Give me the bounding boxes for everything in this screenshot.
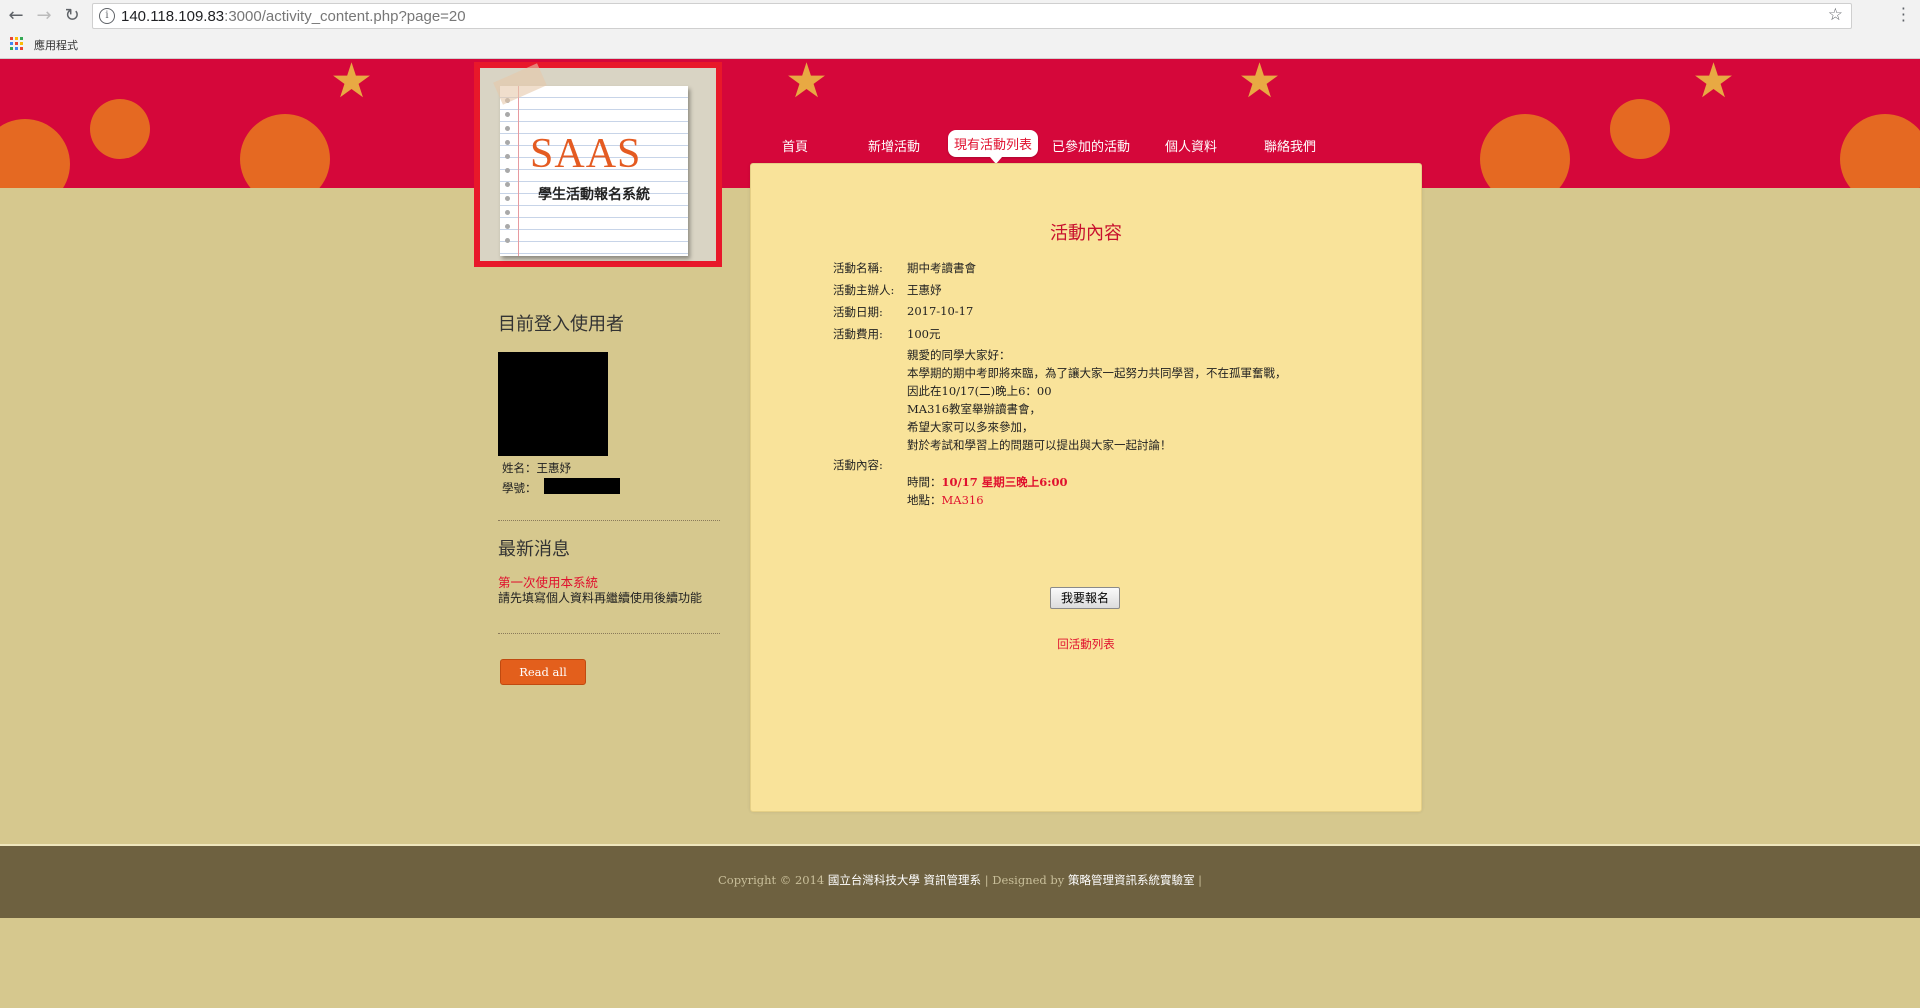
address-bar[interactable]: i 140.118.109.83:3000/activity_content.p… [92, 3, 1852, 29]
divider [498, 520, 720, 521]
user-name: 姓名：王惠妤 [502, 461, 571, 475]
activity-content-panel: 活動內容 活動名稱: 期中考讀書會 活動主辦人: 王惠妤 活動日期: 2017-… [750, 163, 1422, 812]
swirl-decoration [1840, 114, 1920, 188]
redacted-student-id [544, 478, 620, 494]
swirl-decoration [1610, 99, 1670, 159]
news-item-title[interactable]: 第一次使用本系統 [498, 572, 598, 591]
swirl-decoration [1480, 114, 1570, 188]
swirl-decoration [0, 119, 70, 188]
bookmark-star-icon[interactable]: ☆ [1828, 5, 1843, 25]
apps-bookmark[interactable]: 應用程式 [34, 37, 78, 53]
star-decoration-icon: ★ [1238, 59, 1282, 109]
activity-place: 地點：MA316 [907, 493, 984, 507]
star-decoration-icon: ★ [1692, 59, 1736, 109]
activity-description: 親愛的同學大家好： 本學期的期中考即將來臨，為了讓大家一起努力共同學習，不在孤軍… [907, 348, 1287, 452]
browser-toolbar: ← → ↻ i 140.118.109.83:3000/activity_con… [0, 0, 1920, 59]
user-id-label: 學號： [502, 481, 537, 495]
activity-time: 時間：10/17 星期三晚上6:00 [907, 475, 1068, 489]
news-item-body: 請先填寫個人資料再繼續使用後續功能 [498, 591, 703, 605]
current-user-heading: 目前登入使用者 [498, 314, 624, 335]
apps-grid-icon[interactable] [10, 37, 24, 51]
avatar [498, 352, 608, 456]
nav-joined-activities[interactable]: 已參加的活動 [1052, 136, 1130, 155]
nav-home[interactable]: 首頁 [782, 136, 808, 155]
nav-add-activity[interactable]: 新增活動 [868, 136, 920, 155]
footer-copyright: Copyright © 2014 國立台灣科技大學 資訊管理系 | Design… [718, 873, 1202, 887]
star-decoration-icon: ★ [785, 59, 829, 109]
logo-title: SAAS [530, 131, 642, 177]
star-decoration-icon: ★ [330, 59, 374, 109]
back-to-list-link[interactable]: 回活動列表 [751, 636, 1421, 652]
swirl-decoration [90, 99, 150, 159]
nav-activity-list[interactable]: 現有活動列表 [948, 130, 1039, 164]
footer: Copyright © 2014 國立台灣科技大學 資訊管理系 | Design… [0, 846, 1920, 918]
sidebar: 目前登入使用者 姓名：王惠妤 學號： 最新消息 第一次使用本系統 請先填寫個人資… [498, 310, 720, 685]
logo-notebook-paper: SAAS 學生活動報名系統 [500, 86, 688, 256]
nav-contact[interactable]: 聯絡我們 [1264, 136, 1316, 155]
url-text: 140.118.109.83:3000/activity_content.php… [121, 8, 466, 25]
site-logo[interactable]: SAAS 學生活動報名系統 [474, 62, 722, 267]
page-title: 活動內容 [1050, 223, 1122, 244]
swirl-decoration [240, 114, 330, 188]
info-icon[interactable]: i [99, 8, 115, 24]
read-all-button[interactable]: Read all [500, 659, 586, 685]
forward-arrow-icon[interactable]: → [34, 6, 54, 26]
divider [498, 633, 720, 634]
news-heading: 最新消息 [498, 539, 570, 560]
nav-profile[interactable]: 個人資料 [1165, 136, 1217, 155]
reload-icon[interactable]: ↻ [62, 6, 82, 26]
footer-org-link[interactable]: 國立台灣科技大學 資訊管理系 [828, 873, 981, 887]
back-arrow-icon[interactable]: ← [6, 6, 26, 26]
signup-button[interactable]: 我要報名 [1050, 587, 1120, 609]
footer-lab-link[interactable]: 策略管理資訊系統實驗室 [1068, 873, 1195, 887]
logo-subtitle: 學生活動報名系統 [538, 187, 650, 203]
browser-menu-icon[interactable]: · · · [1901, 1, 1906, 29]
